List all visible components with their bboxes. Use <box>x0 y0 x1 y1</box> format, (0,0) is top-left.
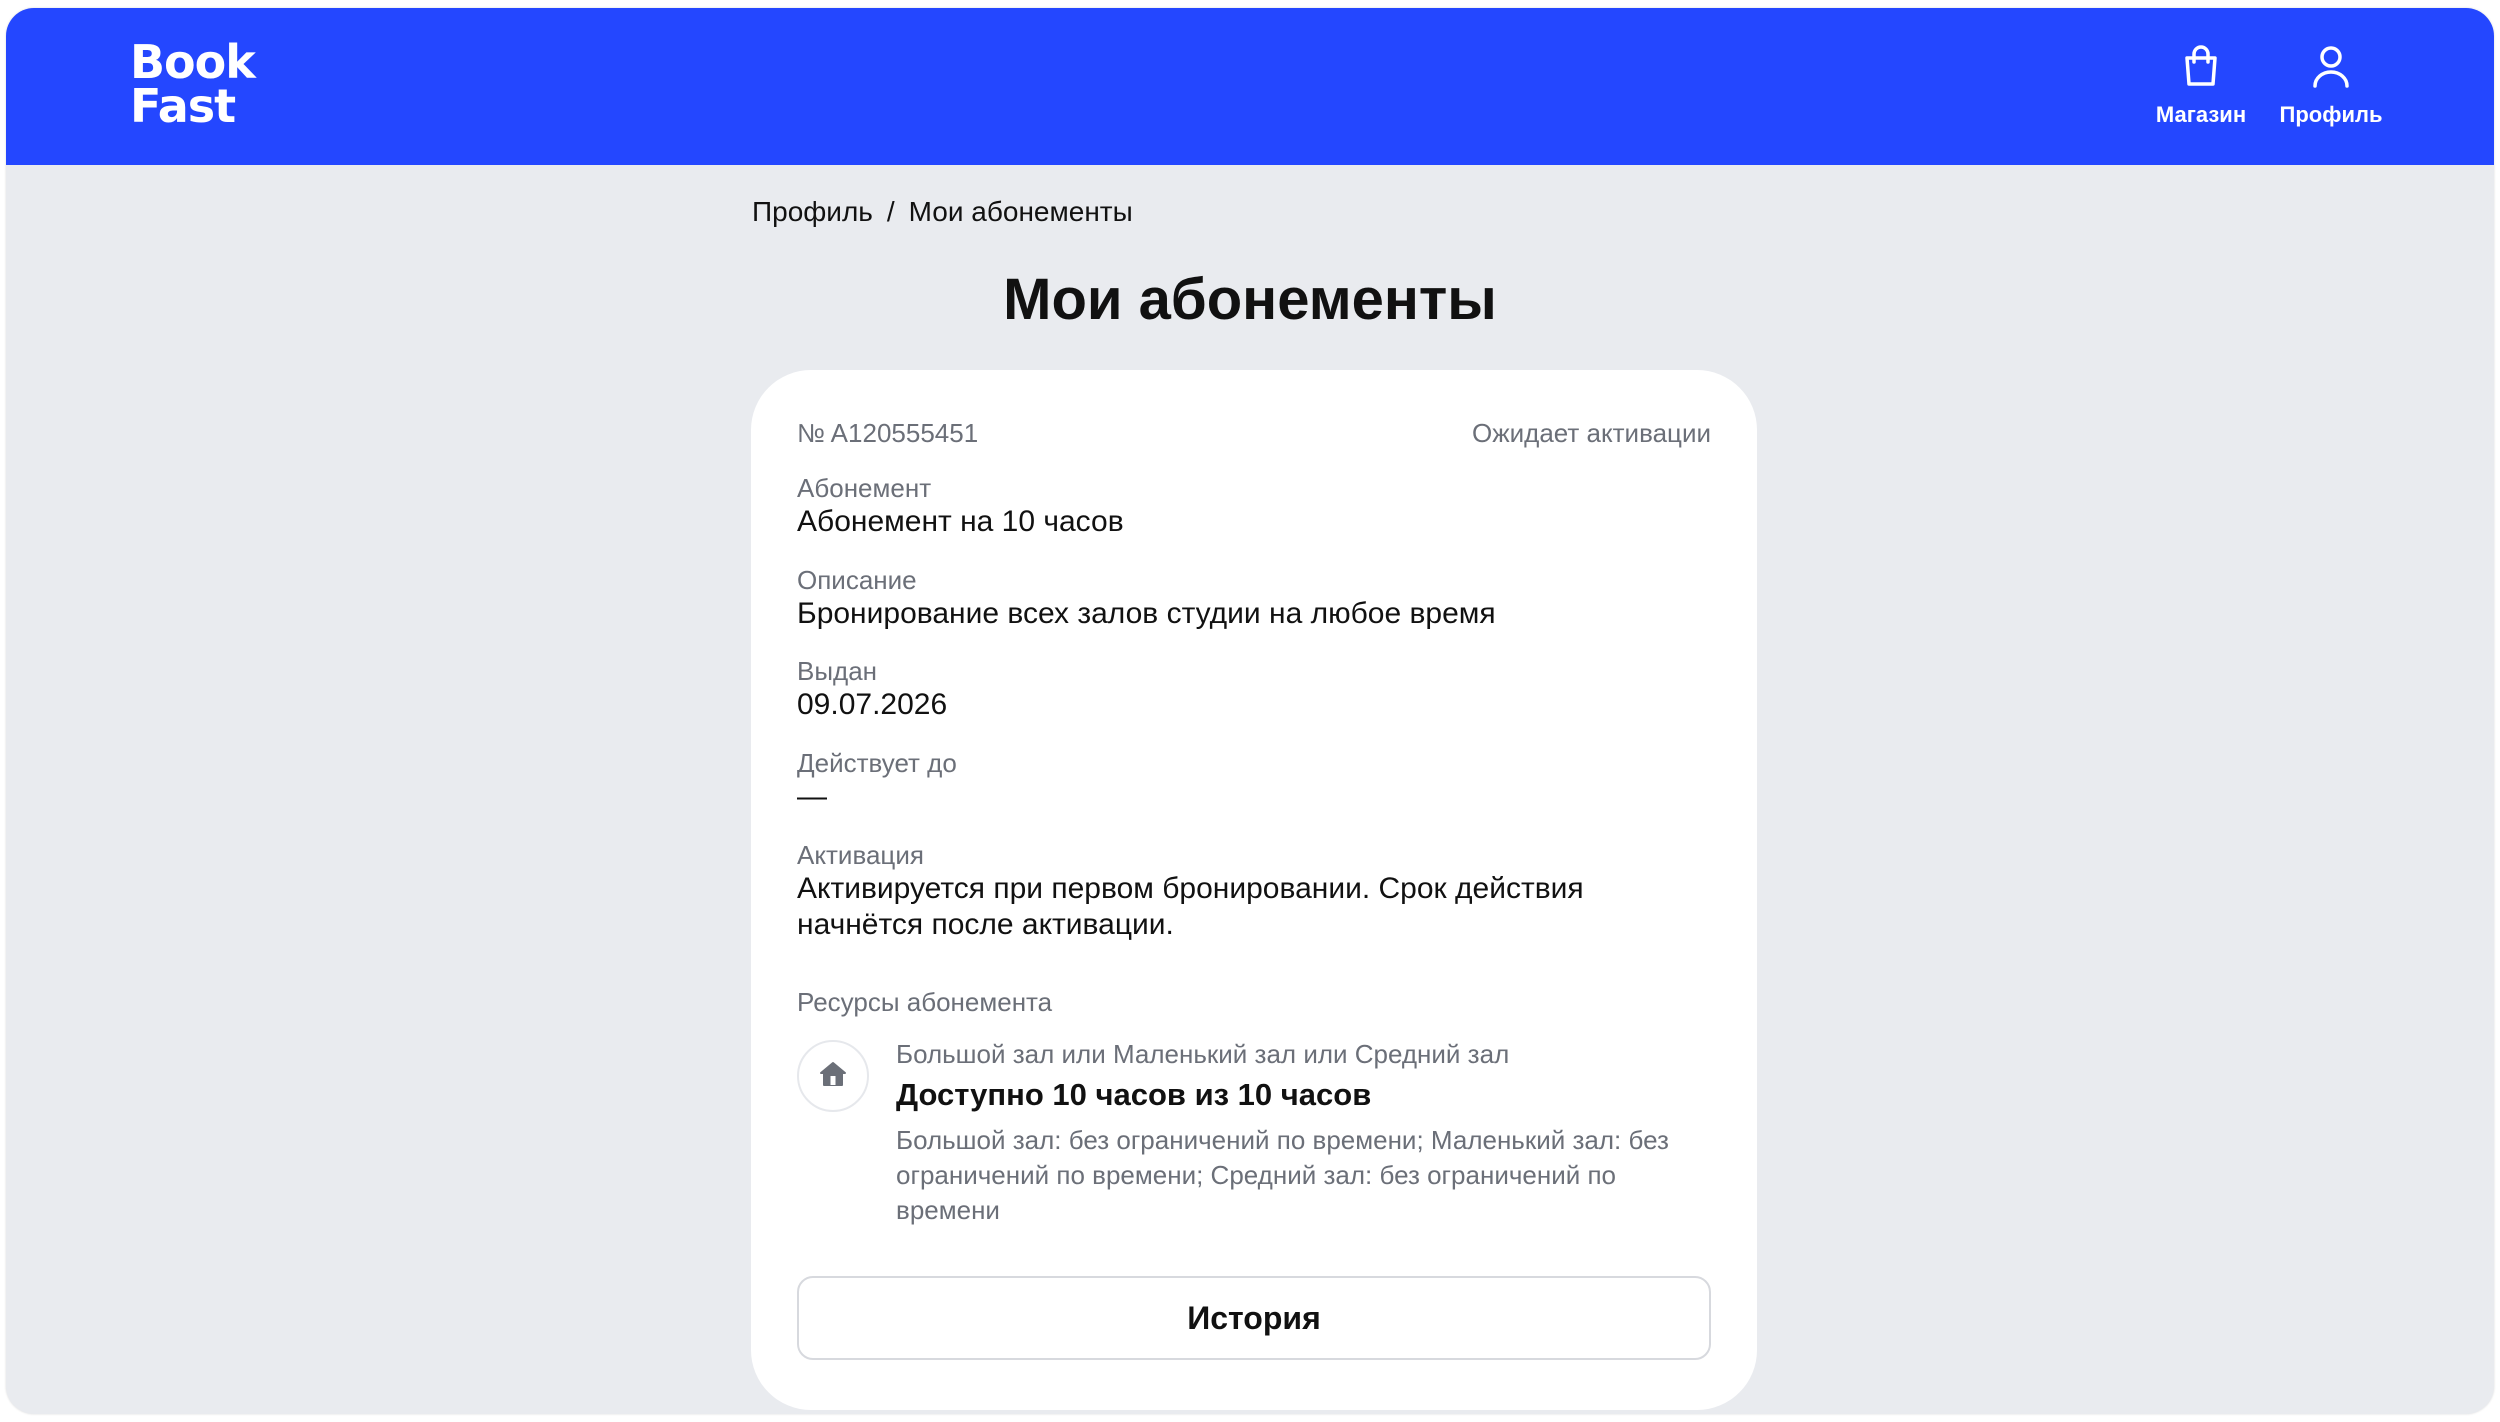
subscription-number: № A120555451 <box>797 418 979 448</box>
field-activation: Активация Активируется при первом бронир… <box>797 839 1711 943</box>
top-navigation-bar: Book Fast Магазин Профиль <box>6 8 2494 165</box>
breadcrumb-current: Мои абонементы <box>908 196 1133 227</box>
resource-details: Большой зал: без ограничений по времени;… <box>896 1125 1669 1225</box>
history-button[interactable]: История <box>797 1276 1711 1360</box>
page-title: Мои абонементы <box>1003 267 1497 332</box>
field-subscription: Абонемент Абонемент на 10 часов <box>797 472 1711 540</box>
home-icon <box>818 1060 848 1093</box>
resource-item: Большой зал или Маленький зал или Средни… <box>896 1037 1711 1228</box>
field-value: Абонемент на 10 часов <box>797 505 1124 538</box>
nav-profile-label: Профиль <box>2279 102 2383 127</box>
field-label: Активация <box>797 840 924 870</box>
field-value: 09.07.2026 <box>797 688 948 721</box>
breadcrumb-link-profile[interactable]: Профиль <box>752 196 873 227</box>
resources-title: Ресурсы абонемента <box>797 987 1053 1017</box>
field-value: Бронирование всех залов студии на любое … <box>797 597 1496 630</box>
nav-profile-link[interactable]: Профиль <box>2271 44 2391 128</box>
logo-line-1: Book <box>130 35 256 89</box>
field-label: Абонемент <box>797 473 932 503</box>
subscription-card: № A120555451 Ожидает активации Абонемент… <box>751 370 1757 1410</box>
resource-availability: Доступно 10 часов из 10 часов <box>896 1077 1372 1112</box>
breadcrumb: Профиль / Мои абонементы <box>752 196 1133 228</box>
nav-shop-link[interactable]: Магазин <box>2141 44 2261 128</box>
field-value: — <box>797 780 827 813</box>
field-valid-until: Действует до — <box>797 747 1711 815</box>
resource-icon-circle <box>797 1040 869 1112</box>
bookfast-logo[interactable]: Book Fast <box>130 35 256 133</box>
field-label: Выдан <box>797 656 878 686</box>
field-description: Описание Бронирование всех залов студии … <box>797 564 1711 632</box>
status-badge: Ожидает активации <box>1472 418 1711 448</box>
field-label: Действует до <box>797 748 957 778</box>
field-value: Активируется при первом бронировании. Ср… <box>797 872 1584 941</box>
field-issued: Выдан 09.07.2026 <box>797 655 1711 723</box>
breadcrumb-separator: / <box>886 196 895 227</box>
user-icon <box>2271 44 2391 88</box>
resource-halls: Большой зал или Маленький зал или Средни… <box>896 1039 1510 1069</box>
nav-shop-label: Магазин <box>2155 102 2247 127</box>
shopping-bag-icon <box>2141 44 2261 88</box>
logo-line-2: Fast <box>130 79 236 133</box>
app-window: Book Fast Магазин Профиль Профиль / Мои … <box>6 8 2494 1414</box>
field-label: Описание <box>797 565 917 595</box>
